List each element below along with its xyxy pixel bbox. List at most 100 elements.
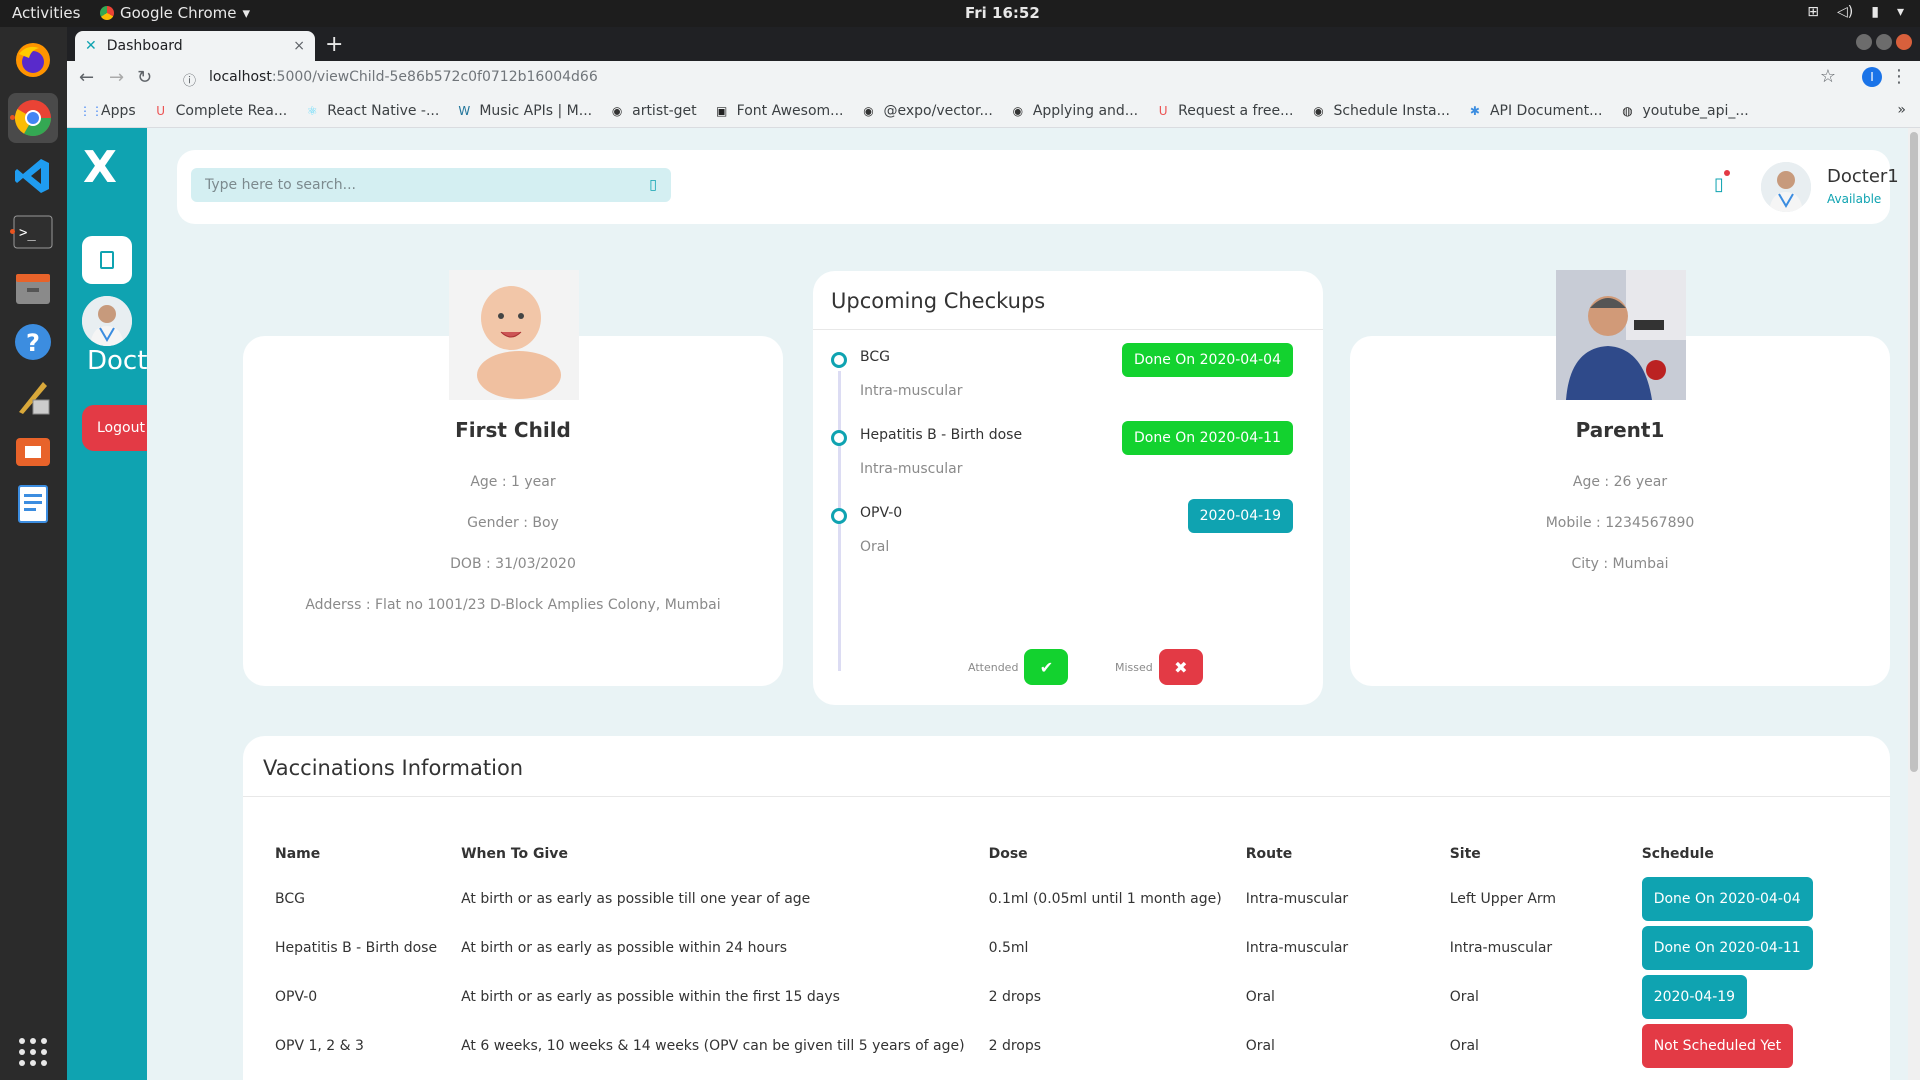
bookmark-label: @expo/vector...: [883, 103, 993, 119]
checkup-status-badge[interactable]: Done On 2020-04-04: [1122, 343, 1293, 377]
bookmark-item[interactable]: ◉ Applying and...: [1011, 103, 1139, 119]
globe-icon: ◉: [1313, 104, 1324, 118]
app-menu-label: Google Chrome: [120, 4, 237, 22]
header-bar: ▯ ▯ Docter1 Available: [177, 150, 1899, 224]
doctor-avatar[interactable]: [1761, 162, 1811, 212]
notification-dot: [1723, 170, 1730, 176]
user-short-name: Doct: [87, 346, 148, 376]
column-header: Name: [275, 846, 321, 862]
battery-icon: ▮: [1871, 4, 1879, 20]
dashboard-favicon-icon: ✕: [85, 38, 97, 54]
sidebar: X Doct Logout: [67, 128, 152, 1080]
forward-icon[interactable]: →: [109, 67, 124, 88]
cell-when: At birth or as early as possible within …: [461, 939, 788, 956]
logout-button[interactable]: Logout: [82, 405, 152, 451]
bookmark-item[interactable]: ◍ youtube_api_...: [1620, 103, 1749, 119]
firefox-icon[interactable]: [8, 35, 58, 85]
chrome-icon[interactable]: [8, 93, 58, 143]
missed-legend: Missed ✖: [1115, 649, 1203, 685]
cell-site: Oral: [1449, 988, 1479, 1005]
upcoming-checkups-card: Upcoming Checkups BCG Intra-muscular Done …: [813, 271, 1323, 705]
table-row: OPV-0 At birth or as early as possible wi…: [263, 972, 1825, 1021]
bookmark-item[interactable]: ✱ API Document...: [1468, 103, 1603, 119]
bookmark-label: Request a free...: [1178, 103, 1294, 119]
parent-photo: [1556, 270, 1686, 400]
tab-dashboard[interactable]: ✕ Dashboard ×: [75, 31, 315, 61]
activities-button[interactable]: Activities: [12, 4, 80, 22]
bookmark-item[interactable]: ⚛ React Native -...: [305, 103, 440, 119]
divider: [243, 796, 1890, 797]
chrome-menu-icon[interactable]: ⋮: [1890, 66, 1908, 87]
search-icon[interactable]: ▯: [649, 177, 657, 193]
new-tab-button[interactable]: +: [325, 32, 343, 57]
bookmarks-bar: ⋮⋮ Apps U Complete Rea... ⚛ React Native -...…: [67, 95, 1920, 128]
bookmark-item[interactable]: U Request a free...: [1156, 103, 1294, 119]
schedule-button[interactable]: Done On 2020-04-04: [1641, 876, 1813, 921]
user-avatar[interactable]: [82, 296, 132, 346]
bookmark-label: youtube_api_...: [1642, 103, 1749, 119]
main-content: ▯ ▯ Docter1 Available First Child Age : …: [147, 128, 1920, 1080]
clock[interactable]: Fri 16:52: [965, 4, 1040, 22]
bookmark-item[interactable]: U Complete Rea...: [154, 103, 287, 119]
terminal-icon[interactable]: >_: [8, 207, 58, 257]
checkup-status-badge[interactable]: 2020-04-19: [1187, 499, 1293, 533]
bookmark-item[interactable]: ▣ Font Awesom...: [715, 103, 844, 119]
attended-legend: Attended ✔: [968, 649, 1069, 685]
minimize-button[interactable]: [1856, 34, 1872, 50]
cell-when: At 6 weeks, 10 weeks & 14 weeks (OPV can…: [461, 1037, 965, 1054]
globe-icon: ◉: [863, 104, 874, 118]
column-header: Dose: [988, 846, 1028, 862]
bookmark-star-icon[interactable]: ☆: [1820, 66, 1836, 87]
parent-profile-card: Parent1 Age : 26 year Mobile : 123456789…: [1350, 270, 1890, 686]
running-indicator: [10, 229, 15, 234]
bookmark-item[interactable]: ◉ Schedule Insta...: [1311, 103, 1450, 119]
back-icon[interactable]: ←: [79, 67, 94, 88]
schedule-button[interactable]: Not Scheduled Yet: [1641, 1023, 1794, 1068]
search-box: ▯: [191, 168, 671, 202]
chrome-icon: [100, 6, 114, 20]
cell-schedule: Done On 2020-04-04: [1630, 874, 1825, 923]
notification-icon[interactable]: ▯: [1714, 170, 1730, 195]
dashboard-nav-button[interactable]: [82, 236, 132, 284]
gimp-icon[interactable]: [8, 371, 58, 421]
svg-text:?: ?: [26, 329, 40, 357]
help-icon[interactable]: ?: [8, 317, 58, 367]
document-viewer-icon[interactable]: [8, 479, 58, 529]
attended-button[interactable]: ✔: [1024, 649, 1069, 685]
apps-grid-icon: ⋮⋮: [79, 104, 103, 118]
close-icon: ✖: [1174, 657, 1188, 677]
site-info-icon[interactable]: ⓘ: [183, 70, 196, 89]
missed-button[interactable]: ✖: [1158, 649, 1203, 685]
search-input[interactable]: [205, 177, 650, 193]
vaccinations-card: Vaccinations Information Name When To Giv…: [243, 736, 1890, 1080]
bookmark-label: Apps: [101, 103, 136, 119]
vscode-icon[interactable]: [8, 151, 58, 201]
page-scrollbar[interactable]: [1908, 128, 1920, 1080]
app-menu[interactable]: Google Chrome ▾: [100, 4, 250, 22]
cell-name: OPV 1, 2 & 3: [275, 1037, 364, 1054]
doctor-status: Available: [1827, 192, 1882, 206]
child-photo: [449, 270, 579, 400]
profile-avatar[interactable]: I: [1862, 67, 1882, 87]
files-icon[interactable]: [8, 263, 58, 313]
reload-icon[interactable]: ↻: [137, 67, 152, 88]
checkup-status-badge[interactable]: Done On 2020-04-11: [1122, 421, 1293, 455]
show-applications-icon[interactable]: [8, 1027, 58, 1077]
close-window-button[interactable]: [1896, 34, 1912, 50]
schedule-button[interactable]: 2020-04-19: [1641, 974, 1748, 1019]
url-path: :5000/viewChild-5e86b572c0f0712b16004d66: [271, 69, 598, 85]
system-tray[interactable]: ⊞ ◁) ▮ ▾: [1807, 4, 1904, 20]
bookmark-item[interactable]: ◉ @expo/vector...: [862, 103, 993, 119]
software-center-icon[interactable]: [8, 425, 58, 475]
maximize-button[interactable]: [1876, 34, 1892, 50]
scrollbar-thumb[interactable]: [1910, 132, 1918, 772]
missed-label: Missed: [1115, 660, 1153, 674]
more-bookmarks-icon[interactable]: »: [1897, 102, 1906, 118]
bookmark-item[interactable]: ⋮⋮ Apps: [79, 103, 136, 119]
schedule-button[interactable]: Done On 2020-04-11: [1641, 925, 1813, 970]
cell-name: BCG: [275, 890, 305, 907]
bookmark-item[interactable]: W Music APIs | M...: [457, 103, 592, 119]
close-tab-icon[interactable]: ×: [293, 38, 305, 54]
bookmark-item[interactable]: ◉ artist-get: [610, 103, 697, 119]
address-bar[interactable]: localhost:5000/viewChild-5e86b572c0f0712…: [209, 69, 598, 85]
